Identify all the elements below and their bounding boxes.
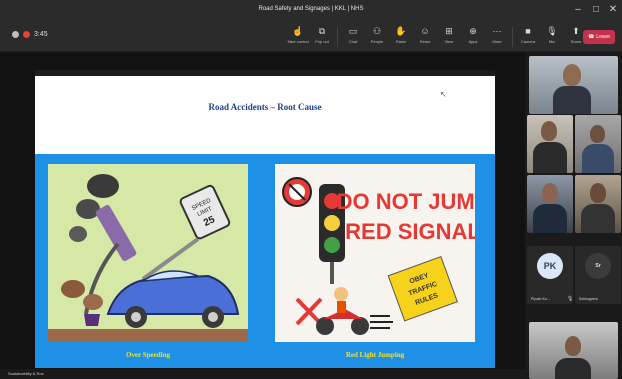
participant-face: [590, 125, 605, 143]
camera-icon: ■: [525, 26, 531, 36]
meeting-timer: 3:45: [34, 31, 48, 38]
people-button[interactable]: ⚇ People: [365, 25, 389, 49]
view-icon: ⊞: [445, 26, 453, 36]
window-title: Road Safety and Signages | KKL | NHS: [258, 6, 364, 12]
teams-meeting-window: Road Safety and Signages | KKL | NHS – □…: [0, 0, 622, 379]
over-speeding-caption: Over Speeding: [125, 351, 170, 359]
shield-icon: [12, 31, 19, 38]
participant-face: [541, 121, 557, 141]
people-icon: ⚇: [372, 26, 382, 36]
do-not-jump-text: DO NOT JUMP: [337, 189, 475, 214]
raise-hand-icon: ✋: [395, 26, 407, 36]
chat-button[interactable]: ▭ Chat: [341, 25, 365, 49]
react-button[interactable]: ☺ React: [413, 25, 437, 49]
participant-shoulders: [582, 144, 614, 173]
close-icon[interactable]: ✕: [605, 2, 621, 18]
minimize-icon[interactable]: –: [570, 2, 586, 18]
participant-shoulders: [555, 358, 591, 379]
participant-face: [590, 183, 606, 203]
participant-video-tile[interactable]: [527, 115, 573, 173]
title-bar: Road Safety and Signages | KKL | NHS – □…: [0, 0, 622, 22]
red-light-jumping-illustration: DO NOT JUMP RED SIGNAL OBEY TRAFFIC RULE…: [275, 164, 475, 342]
meeting-toolbar: 3:45 ☝ Take control ⧉ Pop out ▭ Chat ⚇ P…: [0, 22, 622, 52]
participant-tile-sr[interactable]: Sr Sshkuppera: [575, 246, 621, 304]
raise-hand-button[interactable]: ✋ Raise: [389, 25, 413, 49]
participant-video-tile[interactable]: [529, 322, 618, 379]
mic-muted-icon: 🎙: [567, 296, 573, 302]
participant-video-tile[interactable]: [529, 56, 618, 114]
participant-face: [542, 183, 558, 203]
traffic-light-drawing: DO NOT JUMP RED SIGNAL OBEY TRAFFIC RULE…: [282, 177, 475, 335]
red-signal-text: RED SIGNAL: [345, 219, 475, 244]
participant-video-tile[interactable]: [527, 175, 573, 233]
participant-shoulders: [533, 142, 567, 173]
participant-video-tile[interactable]: [575, 115, 621, 173]
participant-face: [563, 64, 581, 86]
recording-icon: [23, 31, 30, 38]
avatar: Sr: [585, 253, 611, 279]
participant-shoulders: [581, 204, 615, 233]
maximize-icon[interactable]: □: [588, 2, 604, 18]
participant-face: [565, 336, 581, 356]
meeting-status: 3:45: [12, 31, 48, 38]
chat-icon: ▭: [348, 26, 358, 36]
phone-icon: ☎: [588, 34, 595, 40]
slide-header: Road Accidents – Root Cause ↖: [35, 70, 495, 154]
toolbar-divider: [512, 27, 513, 47]
mic-button[interactable]: 🎙 Mic: [540, 25, 564, 49]
more-button[interactable]: ⋯ More: [485, 25, 509, 49]
avatar: PK: [537, 253, 563, 279]
participant-shoulders: [553, 86, 591, 114]
leave-button[interactable]: ☎ Leave: [583, 30, 615, 44]
speeding-car-drawing: SPEED LIMIT 25: [48, 174, 248, 342]
apps-button[interactable]: ⊕ Apps: [461, 25, 485, 49]
view-button[interactable]: ⊞ View: [437, 25, 461, 49]
popout-icon: ⧉: [318, 26, 326, 36]
participants-panel: PK Piyush Ko... 🎙 Sr Sshkuppera: [525, 52, 622, 379]
participant-name: Piyush Ko...: [531, 297, 550, 301]
apps-icon: ⊕: [469, 26, 477, 36]
shared-slide: Road Accidents – Root Cause ↖ SPEED LIMI…: [35, 70, 495, 368]
red-light-jumping-caption: Red Light Jumping: [345, 351, 405, 359]
shared-content-stage: Road Accidents – Root Cause ↖ SPEED LIMI…: [0, 52, 525, 379]
participant-shoulders: [533, 204, 567, 233]
more-icon: ⋯: [492, 26, 502, 36]
mic-icon: 🎙: [546, 26, 558, 36]
toolbar-divider: [337, 27, 338, 47]
mouse-cursor-icon: ↖: [440, 90, 447, 99]
pop-out-button[interactable]: ⧉ Pop out: [310, 25, 334, 49]
participant-video-tile[interactable]: [575, 175, 621, 233]
toolbar-actions: ☝ Take control ⧉ Pop out ▭ Chat ⚇ People…: [286, 25, 588, 49]
camera-button[interactable]: ■ Camera: [516, 25, 540, 49]
take-control-button[interactable]: ☝ Take control: [286, 25, 310, 49]
over-speeding-illustration: SPEED LIMIT 25: [48, 164, 248, 342]
react-icon: ☺: [420, 26, 430, 36]
slide-title: Road Accidents – Root Cause: [208, 102, 322, 112]
participant-name: Sshkuppera: [579, 297, 598, 301]
hand-icon: ☝: [292, 26, 304, 36]
participant-tile-pk[interactable]: PK Piyush Ko... 🎙: [527, 246, 573, 304]
presenter-label: Sustainability & Ros: [0, 369, 525, 379]
share-icon: ⬆: [572, 26, 580, 36]
